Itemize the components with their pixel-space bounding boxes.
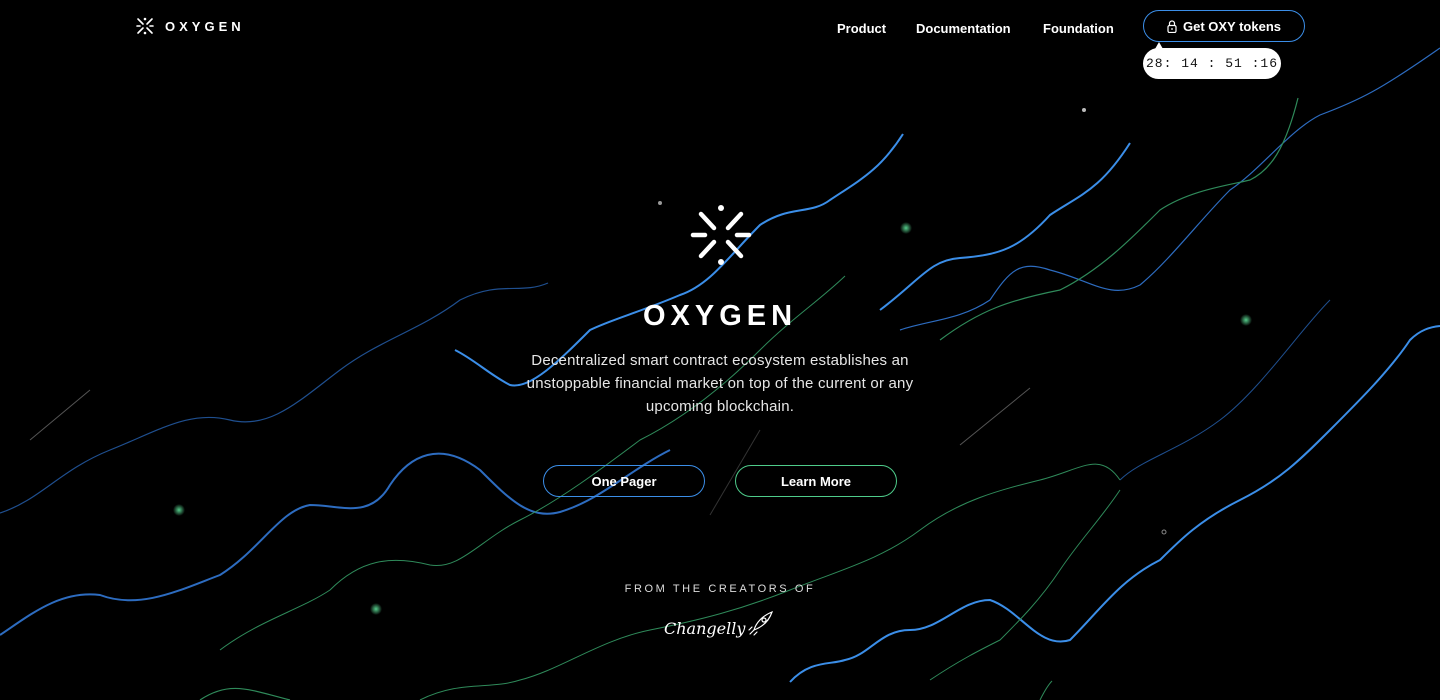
star bbox=[1240, 314, 1252, 326]
nav-product[interactable]: Product bbox=[837, 21, 886, 36]
nav-documentation[interactable]: Documentation bbox=[916, 21, 1011, 36]
lock-icon bbox=[1167, 19, 1177, 33]
one-pager-button[interactable]: One Pager bbox=[543, 465, 705, 497]
bg-line bbox=[0, 282, 549, 514]
bg-line bbox=[959, 387, 1031, 446]
star bbox=[173, 504, 185, 516]
hero-title: OXYGEN bbox=[642, 300, 798, 332]
oxygen-logo-icon bbox=[690, 205, 752, 265]
rocket-icon bbox=[748, 610, 773, 636]
bg-line bbox=[454, 133, 904, 387]
get-oxy-tokens-button[interactable]: Get OXY tokens bbox=[1143, 10, 1305, 42]
page: OXYGEN Product Documentation Foundation … bbox=[0, 0, 1440, 700]
nav-foundation[interactable]: Foundation bbox=[1043, 21, 1114, 36]
star bbox=[1082, 108, 1086, 112]
brand-name: OXYGEN bbox=[165, 18, 245, 34]
hero-subtitle: Decentralized smart contract ecosystem e… bbox=[526, 352, 914, 415]
bg-line bbox=[1119, 299, 1331, 481]
changelly-wordmark: Changelly bbox=[664, 619, 746, 638]
changelly-logo-link[interactable]: Changelly bbox=[664, 607, 776, 649]
star bbox=[900, 222, 912, 234]
get-oxy-tokens-label: Get OXY tokens bbox=[1182, 18, 1281, 34]
bg-line bbox=[899, 47, 1440, 331]
star bbox=[658, 201, 662, 205]
star bbox=[370, 603, 382, 615]
bg-line bbox=[199, 687, 291, 700]
star bbox=[1161, 529, 1167, 535]
bg-line bbox=[929, 489, 1121, 681]
bg-line bbox=[1039, 680, 1053, 700]
oxygen-logo-icon bbox=[136, 17, 154, 35]
bg-line bbox=[939, 97, 1299, 341]
bg-line bbox=[29, 389, 91, 441]
brand-logo-link[interactable]: OXYGEN bbox=[135, 16, 245, 36]
countdown-timer: 28: 14 : 51 :16 bbox=[1143, 42, 1281, 79]
creators-label: FROM THE CREATORS OF bbox=[624, 583, 816, 595]
learn-more-button[interactable]: Learn More bbox=[735, 465, 897, 497]
